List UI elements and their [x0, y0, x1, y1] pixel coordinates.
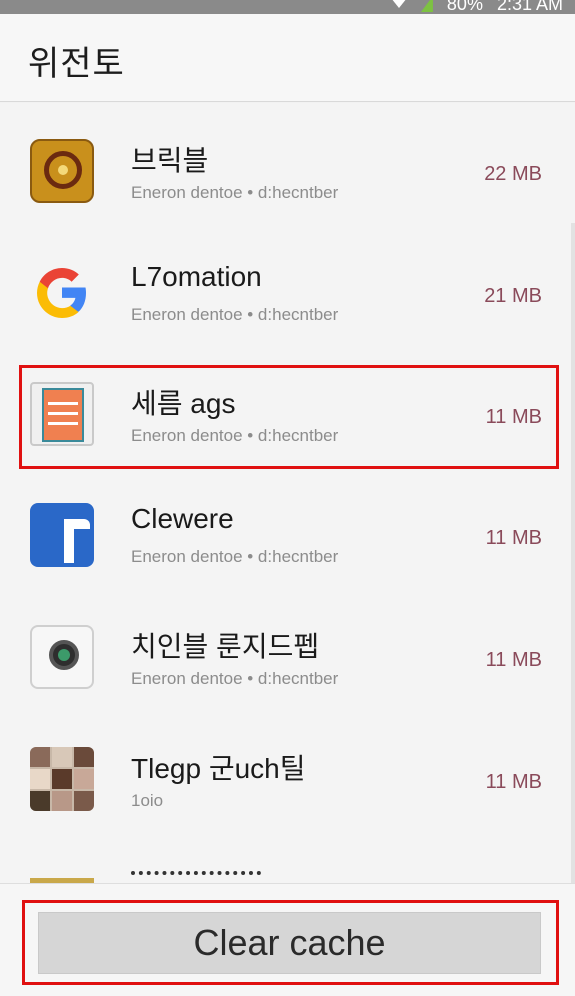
page-title: 위전토 [28, 45, 125, 83]
next-item-name [131, 871, 261, 883]
google-g-icon [30, 261, 94, 325]
cache-size: 21 MB [484, 285, 542, 307]
list-item[interactable]: L7omation Eneron dentoe • d:hecntber 21 … [0, 225, 570, 345]
app-subtitle: Eneron dentoe • d:hecntber [131, 547, 339, 566]
signal-icon [420, 0, 433, 12]
list-item[interactable]: 치인블 룬지드펩 Eneron dentoe • d:hecntber 11 M… [0, 589, 570, 709]
photo-grid-icon [30, 747, 94, 811]
app-name: Clewere [131, 503, 234, 534]
app-subtitle: 1oio [131, 791, 164, 810]
app-bar: 위전토 [0, 14, 575, 102]
cache-size: 11 MB [485, 649, 542, 671]
clock: 2:31 AM [496, 0, 563, 14]
app-subtitle: Eneron dentoe • d:hecntber [131, 183, 339, 202]
document-page-icon [30, 382, 94, 446]
bottom-bar: Clear cache [0, 883, 575, 996]
app-subtitle: Eneron dentoe • d:hecntber [131, 426, 339, 445]
wifi-icon [390, 0, 407, 10]
app-subtitle: Eneron dentoe • d:hecntber [131, 669, 339, 688]
clear-cache-button[interactable]: Clear cache [38, 912, 541, 974]
gold-emblem-icon [30, 139, 94, 203]
app-name: L7omation [131, 261, 262, 292]
camera-icon [30, 625, 94, 689]
cache-size: 11 MB [485, 771, 542, 793]
app-cache-list[interactable]: 브릭블 Eneron dentoe • d:hecntber 22 MB L7o… [0, 103, 575, 883]
blue-f-icon [30, 503, 94, 567]
list-item[interactable]: Clewere Eneron dentoe • d:hecntber 11 MB [0, 467, 570, 587]
list-item[interactable]: 세름 ags Eneron dentoe • d:hecntber 11 MB [0, 346, 570, 466]
app-name: 치인블 룬지드펩 [131, 631, 320, 662]
cache-size: 11 MB [485, 527, 542, 549]
cache-size: 22 MB [484, 163, 542, 185]
app-name: 브릭블 [131, 145, 209, 176]
app-name: 세름 ags [131, 388, 236, 419]
status-bar: 80% 2:31 AM [0, 0, 575, 14]
app-subtitle: Eneron dentoe • d:hecntber [131, 305, 339, 324]
scrollbar[interactable] [571, 223, 575, 883]
list-item[interactable]: Tlegp 군uch틸 1oio 11 MB [0, 711, 570, 831]
app-name: Tlegp 군uch틸 [131, 753, 306, 784]
cache-size: 11 MB [485, 406, 542, 428]
battery-level: 80% [446, 0, 483, 14]
list-item[interactable]: 브릭블 Eneron dentoe • d:hecntber 22 MB [0, 103, 570, 223]
